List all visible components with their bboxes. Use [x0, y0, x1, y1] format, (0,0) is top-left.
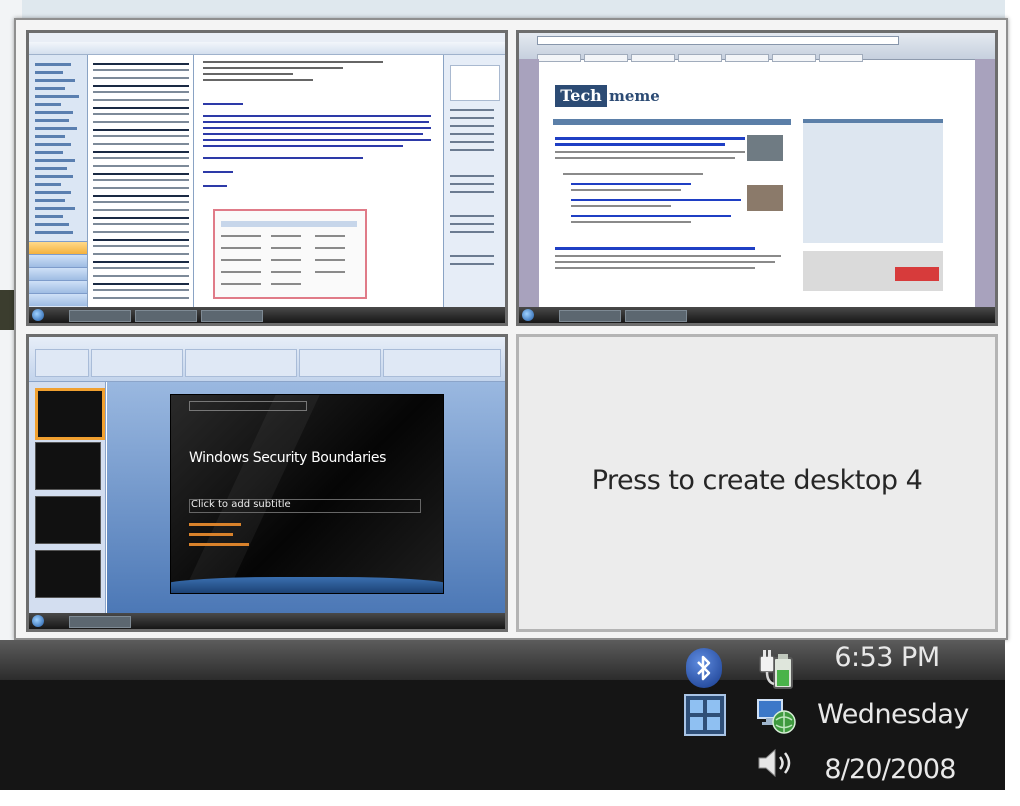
start-orb-icon — [32, 309, 44, 321]
techmeme-logo: Tech meme — [555, 85, 663, 107]
powerpoint-slide-thumbnails — [29, 382, 106, 613]
desktop-2-taskbar — [519, 307, 995, 323]
browser-address-bar — [537, 36, 899, 45]
start-orb-icon — [522, 309, 534, 321]
desktop-switcher-popup: Tech meme Windows Security Boundaries Cl… — [14, 18, 1008, 640]
screen-bottom-margin — [0, 790, 1020, 806]
techmeme-page: Tech meme — [547, 79, 959, 305]
clock-date[interactable]: 8/20/2008 — [812, 752, 968, 788]
mini-calendar — [450, 65, 500, 101]
create-desktop-label: Press to create desktop 4 — [591, 465, 923, 496]
start-orb-icon — [32, 615, 44, 627]
techmeme-sponsor-box — [803, 251, 943, 291]
power-icon[interactable] — [756, 648, 796, 692]
background-window-strip — [0, 0, 1020, 20]
desktop-2-thumbnail[interactable]: Tech meme — [516, 30, 998, 326]
outlook-message-list — [89, 55, 194, 307]
network-icon[interactable] — [754, 696, 798, 738]
powerpoint-ribbon — [29, 337, 505, 382]
embedded-spreadsheet — [213, 209, 367, 299]
desktop-3-thumbnail[interactable]: Windows Security Boundaries Click to add… — [26, 334, 508, 632]
create-desktop-4-button[interactable]: Press to create desktop 4 — [516, 334, 998, 632]
clock-day[interactable]: Wednesday — [805, 696, 981, 734]
techmeme-sidebar — [803, 123, 943, 243]
current-slide: Windows Security Boundaries Click to add… — [170, 394, 444, 594]
browser-chrome — [519, 33, 995, 62]
slide-subtitle-placeholder: Click to add subtitle — [191, 499, 291, 510]
slide-title: Windows Security Boundaries — [189, 450, 387, 466]
desktop-3-taskbar — [29, 613, 505, 629]
bluetooth-icon[interactable] — [686, 648, 722, 688]
browser-left-margin — [519, 59, 539, 307]
outlook-navigation-pane — [29, 55, 88, 307]
virtual-desktops-icon[interactable] — [684, 694, 726, 736]
outlook-toolbar — [29, 42, 505, 55]
browser-bookmarks-bar — [537, 47, 967, 62]
clock-time[interactable]: 6:53 PM — [812, 640, 962, 676]
browser-right-margin — [975, 59, 995, 307]
powerpoint-slide-stage: Windows Security Boundaries Click to add… — [107, 382, 505, 613]
desktop-1-thumbnail[interactable] — [26, 30, 508, 326]
outlook-todo-bar — [443, 55, 505, 307]
desktop-1-taskbar — [29, 307, 505, 323]
volume-icon[interactable] — [756, 746, 798, 780]
outlook-reading-pane — [195, 55, 441, 307]
